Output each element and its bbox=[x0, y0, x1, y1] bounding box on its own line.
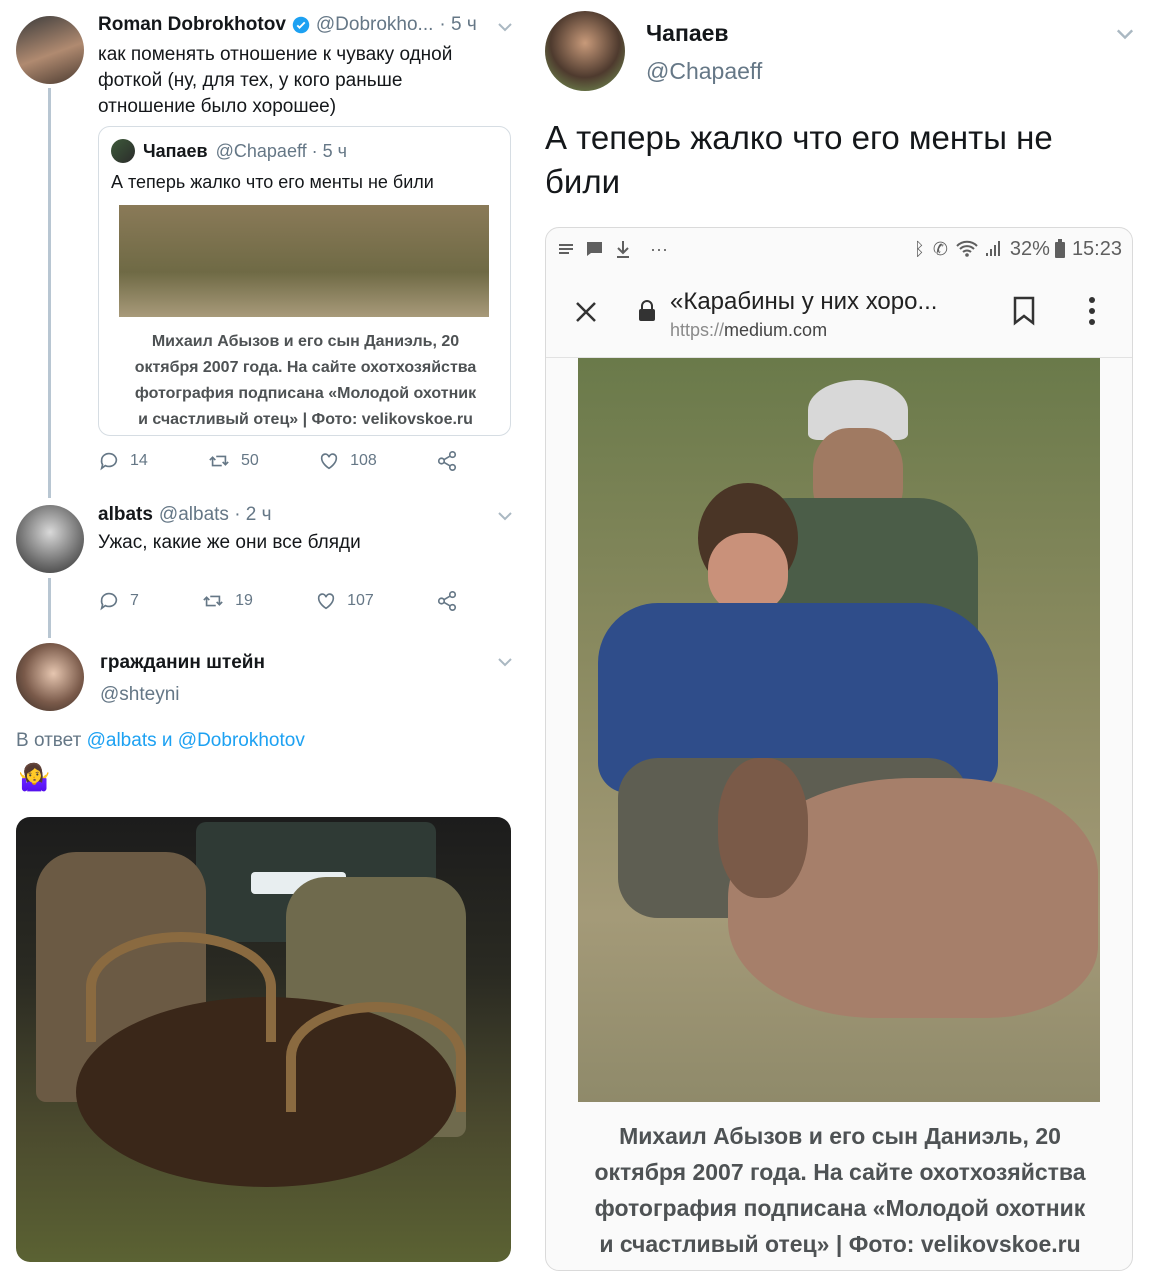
battery-icon bbox=[1054, 239, 1065, 258]
author-name[interactable]: Чапаев bbox=[646, 20, 729, 47]
reply-button[interactable]: 14 bbox=[98, 450, 148, 472]
battery-percent: 32% bbox=[1009, 237, 1050, 260]
call-icon: ✆ bbox=[932, 238, 948, 259]
quote-caption-line: и счастливый отец» | Фото: velikovskoe.r… bbox=[138, 411, 473, 428]
thread-line bbox=[48, 88, 51, 498]
article-photo bbox=[578, 358, 1100, 1102]
reply-and: и bbox=[161, 730, 173, 751]
browser-toolbar: «Карабины у них хоро... https://medium.c… bbox=[546, 276, 1132, 358]
reply-button[interactable]: 7 bbox=[98, 590, 139, 612]
reply-mention[interactable]: @Dobrokhotov bbox=[178, 730, 305, 751]
author-handle[interactable]: @shteyni bbox=[100, 684, 180, 706]
overflow-menu-icon[interactable] bbox=[1088, 296, 1096, 326]
chevron-down-icon[interactable] bbox=[498, 22, 512, 32]
bookmark-icon[interactable] bbox=[1012, 296, 1036, 326]
tweet-photo[interactable] bbox=[16, 817, 511, 1262]
download-icon bbox=[617, 241, 629, 258]
reply-prefix: В ответ bbox=[16, 730, 82, 751]
reply-context: В ответ @albats и @Dobrokhotov bbox=[16, 730, 305, 752]
avatar[interactable] bbox=[16, 16, 84, 84]
chevron-down-icon[interactable] bbox=[498, 657, 512, 667]
article-caption-line: фотография подписана «Молодой охотник bbox=[594, 1195, 1086, 1221]
article-caption-line: октября 2007 года. На сайте охотхозяйств… bbox=[594, 1159, 1086, 1185]
author-handle[interactable]: @Dobrokho... bbox=[316, 14, 434, 36]
reply-mention[interactable]: @albats bbox=[87, 730, 157, 751]
lock-icon bbox=[639, 300, 655, 321]
close-icon[interactable] bbox=[574, 300, 598, 324]
retweet-icon bbox=[209, 455, 229, 467]
tweet-actions: 14 50 108 bbox=[98, 450, 458, 472]
tweet-text: Ужас, какие же они все бляди bbox=[98, 532, 361, 553]
menu-icon bbox=[559, 244, 573, 254]
like-count: 107 bbox=[347, 592, 374, 609]
reply-icon bbox=[100, 452, 118, 471]
reply-icon bbox=[100, 592, 118, 611]
retweet-count: 50 bbox=[241, 452, 259, 469]
quote-caption-line: фотография подписана «Молодой охотник bbox=[134, 385, 477, 402]
avatar[interactable] bbox=[16, 643, 84, 711]
share-icon bbox=[437, 451, 457, 471]
avatar[interactable] bbox=[545, 11, 625, 91]
author-name[interactable]: Roman Dobrokhotov bbox=[98, 14, 286, 36]
tweet-time[interactable]: · 5 ч bbox=[439, 14, 476, 36]
wifi-icon bbox=[956, 240, 978, 257]
author-name[interactable]: гражданин штейн bbox=[100, 652, 265, 674]
reply-count: 7 bbox=[130, 592, 139, 609]
page-title[interactable]: «Карабины у них хоро... bbox=[670, 288, 937, 316]
chevron-down-icon[interactable] bbox=[1116, 28, 1134, 40]
thread-line bbox=[48, 578, 51, 638]
like-count: 108 bbox=[350, 452, 377, 469]
signal-icon bbox=[985, 241, 1000, 256]
avatar bbox=[111, 139, 135, 163]
embedded-screenshot[interactable]: ··· ᛒ ✆ 32% 15:23 «Карабины у них хоро..… bbox=[545, 227, 1133, 1271]
author-handle[interactable]: @Chapaeff bbox=[646, 58, 762, 85]
url-host: medium.com bbox=[724, 320, 828, 340]
url-scheme: https:// bbox=[670, 320, 725, 340]
like-button[interactable]: 107 bbox=[315, 590, 374, 612]
author-name[interactable]: albats bbox=[98, 504, 153, 526]
article-caption-line: и счастливый отец» | Фото: velikovskoe.r… bbox=[599, 1231, 1081, 1257]
author-handle[interactable]: @albats · 2 ч bbox=[159, 504, 272, 526]
quote-text: А теперь жалко что его менты не били bbox=[111, 172, 434, 192]
share-button[interactable] bbox=[436, 590, 458, 612]
share-button[interactable] bbox=[436, 450, 458, 472]
heart-icon bbox=[317, 593, 335, 610]
reply-count: 14 bbox=[130, 452, 148, 469]
shrug-emoji: 🤷‍♀️ bbox=[18, 762, 51, 792]
article-caption-line: Михаил Абызов и его сын Даниэль, 20 bbox=[619, 1123, 1061, 1149]
quote-caption-line: Михаил Абызов и его сын Даниэль, 20 bbox=[151, 333, 460, 350]
quote-photo bbox=[119, 205, 489, 317]
retweet-icon bbox=[203, 595, 223, 607]
chevron-down-icon[interactable] bbox=[498, 511, 512, 521]
quote-caption-line: октября 2007 года. На сайте охотхозяйств… bbox=[134, 359, 477, 376]
status-bar: ··· ᛒ ✆ 32% 15:23 bbox=[546, 228, 1132, 270]
like-button[interactable]: 108 bbox=[318, 450, 377, 472]
retweet-count: 19 bbox=[235, 592, 253, 609]
message-icon bbox=[586, 242, 602, 256]
retweet-button[interactable]: 50 bbox=[207, 450, 259, 472]
clock: 15:23 bbox=[1071, 237, 1122, 260]
heart-icon bbox=[320, 453, 338, 470]
more-dots-icon: ··· bbox=[650, 238, 668, 259]
quote-handle: @Chapaeff · 5 ч bbox=[215, 140, 348, 161]
quoted-tweet[interactable]: Чапаев @Chapaeff · 5 ч А теперь жалко чт… bbox=[98, 126, 511, 436]
verified-badge-icon bbox=[292, 16, 310, 34]
quote-author: Чапаев bbox=[143, 140, 208, 161]
avatar[interactable] bbox=[16, 505, 84, 573]
share-icon bbox=[437, 591, 457, 611]
tweet-actions: 7 19 107 bbox=[98, 590, 458, 612]
tweet-text: А теперь жалко что его менты не били bbox=[545, 119, 1053, 200]
bluetooth-icon: ᛒ bbox=[914, 238, 925, 259]
retweet-button[interactable]: 19 bbox=[201, 590, 253, 612]
tweet-text: как поменять отношение к чуваку одной фо… bbox=[98, 44, 453, 117]
